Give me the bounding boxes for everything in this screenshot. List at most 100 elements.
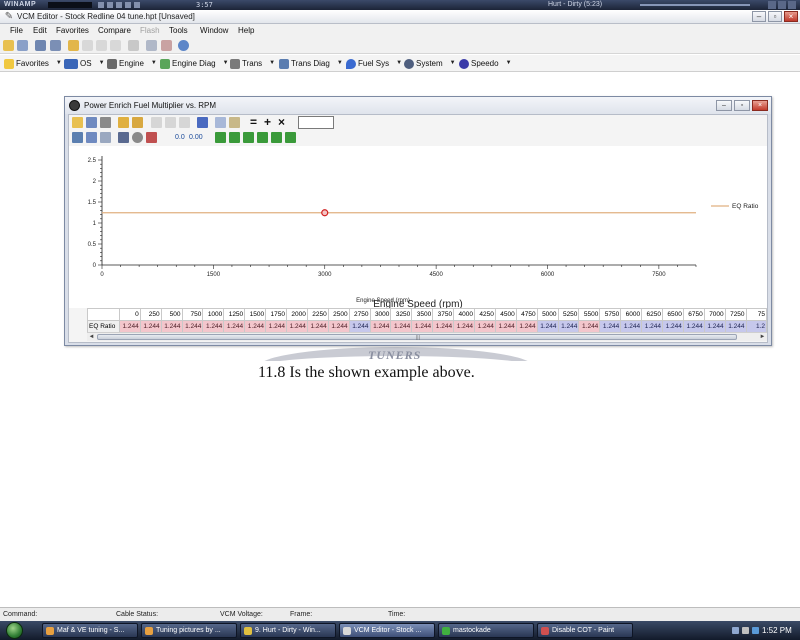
interpolate-icon[interactable] [215, 132, 226, 143]
table-cell[interactable]: 1.244 [223, 320, 246, 332]
table-cell[interactable]: 1.244 [369, 320, 392, 332]
export-icon[interactable] [165, 117, 176, 128]
nav-trans[interactable]: Trans ▼ [230, 55, 275, 72]
selected-point-marker[interactable] [321, 209, 329, 217]
table-cell[interactable]: 1.244 [432, 320, 455, 332]
select-icon[interactable] [257, 132, 268, 143]
chart-table-icon[interactable] [86, 132, 97, 143]
favorites-list-icon[interactable] [132, 117, 143, 128]
taskbar-item-active[interactable]: VCM Editor - Stock ... [339, 623, 435, 638]
nav-speedo[interactable]: Speedo ▼ [459, 55, 512, 72]
menu-favorites[interactable]: Favorites [56, 24, 89, 38]
menu-help[interactable]: Help [238, 24, 254, 38]
scroll-left-icon[interactable]: ◄ [87, 333, 96, 341]
nav-os[interactable]: OS ▼ [64, 55, 105, 72]
taskbar-item[interactable]: Disable COT - Paint [537, 623, 633, 638]
3d-view-icon[interactable] [132, 132, 143, 143]
copy-icon[interactable] [215, 117, 226, 128]
table-cell[interactable]: 1.2 [745, 320, 767, 332]
read-icon[interactable] [82, 40, 93, 51]
table-cell[interactable]: 1.244 [536, 320, 559, 332]
next-icon[interactable] [134, 2, 140, 8]
table-cell[interactable]: 1.244 [285, 320, 308, 332]
menu-file[interactable]: File [10, 24, 23, 38]
nav-engine-diag[interactable]: Engine Diag ▼ [160, 55, 229, 72]
import-icon[interactable] [151, 117, 162, 128]
table-cell[interactable]: 1.244 [724, 320, 747, 332]
flash-icon[interactable] [128, 40, 139, 51]
table-cell[interactable]: 1.244 [244, 320, 267, 332]
tools-icon[interactable] [161, 40, 172, 51]
security-icon[interactable] [752, 627, 759, 634]
smooth-icon[interactable] [229, 132, 240, 143]
multiply-icon[interactable]: × [278, 115, 285, 130]
table-cell[interactable]: 1.244 [453, 320, 475, 332]
open-icon[interactable] [72, 117, 83, 128]
table-cell[interactable]: 1.244 [390, 320, 413, 332]
undo-icon[interactable] [197, 117, 208, 128]
decimals-more-button[interactable]: 0.00 [189, 130, 203, 145]
compare-icon[interactable] [110, 40, 121, 51]
nav-trans-diag[interactable]: Trans Diag ▼ [279, 55, 343, 72]
table-cell[interactable]: 1.244 [118, 320, 141, 332]
nav-fuel-sys[interactable]: Fuel Sys ▼ [346, 55, 402, 72]
nav-favorites[interactable]: Favorites ▼ [4, 55, 62, 72]
taskbar-item[interactable]: Tuning pictures by ... [141, 623, 237, 638]
table-cell[interactable]: 1.244 [494, 320, 517, 332]
taskbar-item[interactable]: mastockade [438, 623, 534, 638]
pause-icon[interactable] [116, 2, 122, 8]
table-cell[interactable]: 1.244 [306, 320, 329, 332]
favorite-icon[interactable] [118, 117, 129, 128]
dialog-close-button[interactable]: × [752, 100, 768, 111]
winamp-seek-bar[interactable] [640, 4, 750, 6]
table-cell[interactable]: 1.244 [682, 320, 705, 332]
paste-icon[interactable] [229, 117, 240, 128]
table-cell[interactable]: 1.244 [620, 320, 643, 332]
horizontal-scrollbar[interactable]: ◄ ||| ► [87, 332, 767, 341]
minimize-icon[interactable] [768, 1, 776, 9]
maximize-button[interactable]: ▫ [768, 11, 782, 22]
open-folder-icon[interactable] [3, 40, 14, 51]
dialog-minimize-button[interactable]: – [716, 100, 732, 111]
checksum-icon[interactable] [146, 40, 157, 51]
dialog-maximize-button[interactable]: ▫ [734, 100, 750, 111]
fill-icon[interactable] [243, 132, 254, 143]
save-icon[interactable] [17, 40, 28, 51]
graph-icon[interactable] [146, 132, 157, 143]
table-cell[interactable]: 1.244 [703, 320, 726, 332]
menu-window[interactable]: Window [200, 24, 228, 38]
table-cell[interactable]: 1.244 [139, 320, 162, 332]
menu-flash[interactable]: Flash [140, 24, 160, 38]
table-cell[interactable]: 1.244 [348, 320, 371, 332]
taskbar-item[interactable]: 9. Hurt - Dirty - Win... [240, 623, 336, 638]
operation-value-input[interactable] [298, 116, 334, 129]
table-cell[interactable]: 1.244 [265, 320, 287, 332]
help-icon[interactable] [178, 40, 189, 51]
shade-icon[interactable] [778, 1, 786, 9]
copy-row-icon[interactable] [271, 132, 282, 143]
table-cell[interactable]: 1.244 [515, 320, 538, 332]
add-icon[interactable]: + [264, 115, 271, 130]
menu-compare[interactable]: Compare [98, 24, 131, 38]
volume-icon[interactable] [742, 627, 749, 634]
menu-tools[interactable]: Tools [169, 24, 188, 38]
print-icon[interactable] [100, 117, 111, 128]
play-icon[interactable] [107, 2, 113, 8]
units-icon[interactable] [100, 132, 111, 143]
decimals-less-button[interactable]: 0.0 [175, 130, 185, 145]
close-button[interactable]: × [784, 11, 798, 22]
table-cell[interactable]: 1.244 [327, 320, 350, 332]
document-icon[interactable] [35, 40, 46, 51]
close-icon[interactable] [788, 1, 796, 9]
table-cell[interactable]: 1.244 [202, 320, 225, 332]
stop-icon[interactable] [125, 2, 131, 8]
save-icon[interactable] [86, 117, 97, 128]
table-cell[interactable]: 1.244 [557, 320, 580, 332]
table-cell[interactable]: 1.244 [160, 320, 183, 332]
table-cell[interactable]: 1.244 [661, 320, 684, 332]
nav-system[interactable]: System ▼ [404, 55, 456, 72]
minimize-button[interactable]: – [752, 11, 766, 22]
scroll-right-icon[interactable]: ► [758, 333, 767, 341]
copy-column-icon[interactable] [285, 132, 296, 143]
properties-icon[interactable] [50, 40, 61, 51]
